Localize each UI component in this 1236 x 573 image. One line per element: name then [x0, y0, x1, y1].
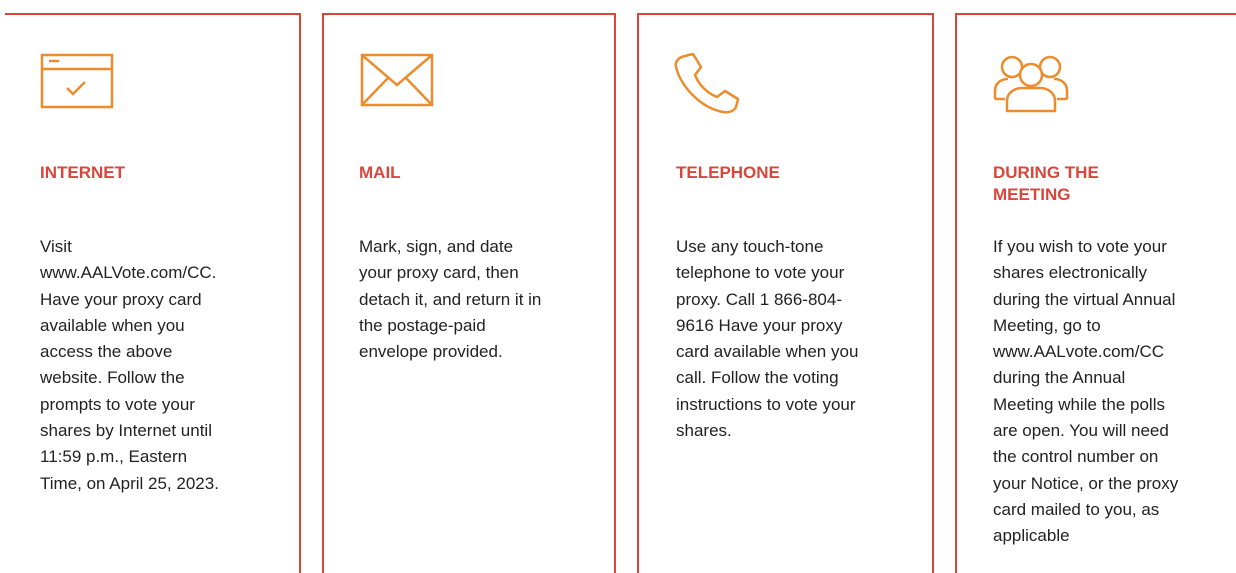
voting-method-card-mail: MAIL Mark, sign, and date your proxy car… [322, 13, 616, 573]
browser-checkmark-icon [39, 52, 115, 114]
voting-method-card-telephone: TELEPHONE Use any touch-tone telephone t… [637, 13, 934, 573]
people-group-icon [992, 53, 1069, 115]
voting-method-card-internet: INTERNET Visit www.AALVote.com/CC. Have … [5, 13, 301, 573]
card-body-internet: Visit www.AALVote.com/CC. Have your prox… [40, 237, 219, 493]
card-title-during-meeting: DURING THE MEETING [993, 163, 1099, 204]
envelope-icon [359, 52, 435, 114]
telephone-icon [671, 53, 747, 115]
voting-method-card-during-meeting: DURING THE MEETING If you wish to vote y… [955, 13, 1236, 573]
card-title-mail: MAIL [359, 163, 401, 182]
card-body-mail: Mark, sign, and date your proxy card, th… [359, 237, 542, 362]
card-title-internet: INTERNET [40, 163, 125, 182]
card-body-during-meeting: If you wish to vote your shares electron… [993, 237, 1179, 546]
card-body-telephone: Use any touch-tone telephone to vote you… [676, 237, 859, 441]
card-title-telephone: TELEPHONE [676, 163, 780, 182]
